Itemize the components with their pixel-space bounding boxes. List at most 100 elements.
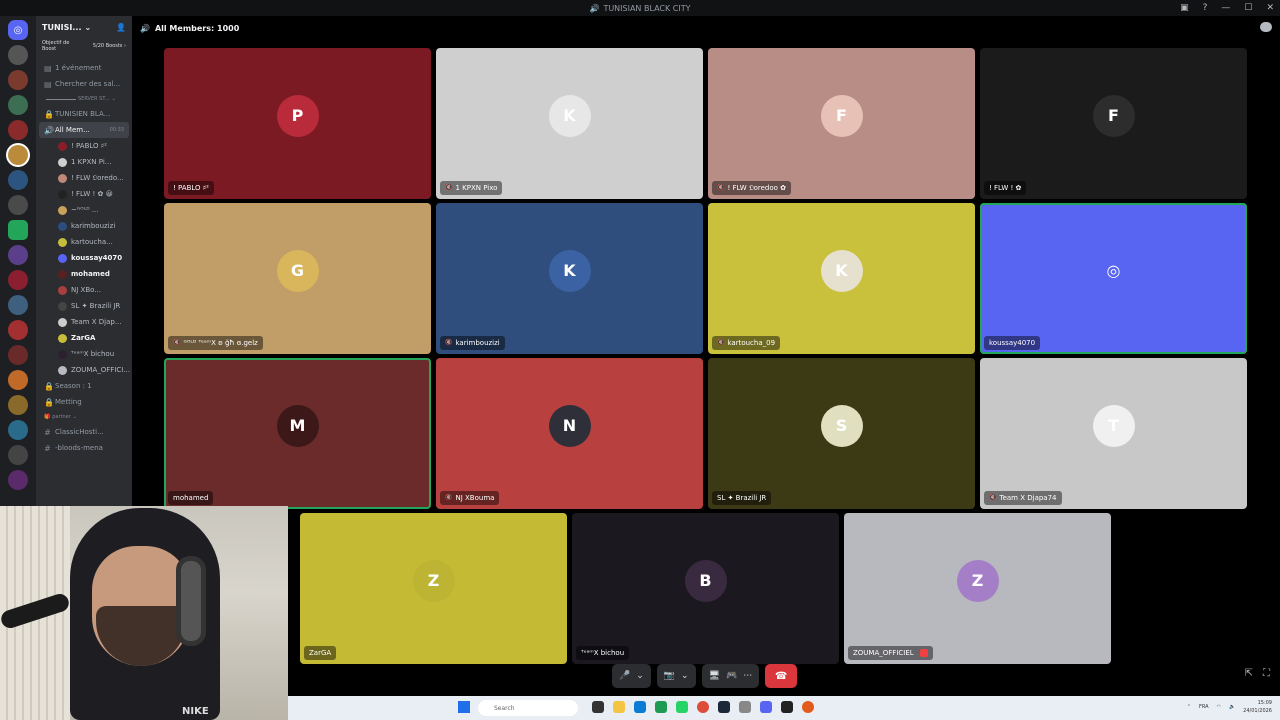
voice-user[interactable]: ᵀᵉᵃᵐX bichou [36,346,132,362]
server-icon[interactable] [8,195,28,215]
video-tile[interactable]: ◎ koussay4070 [980,203,1247,354]
app-icon[interactable] [634,701,646,713]
server-icon[interactable] [8,270,28,290]
voice-user[interactable]: ZarGA [36,330,132,346]
more-icon[interactable]: ⋯ [743,671,752,681]
wifi-icon[interactable]: ◠ [1217,704,1221,710]
server-icon[interactable] [8,445,28,465]
taskbar-search[interactable]: Search [478,700,578,716]
voice-channel-all-members[interactable]: 🔊 All Mem... 00:33 [39,122,129,138]
app-icon[interactable] [655,701,667,713]
popout-icon[interactable]: ⇱ [1245,668,1253,679]
server-icon[interactable] [8,470,28,490]
inbox-icon[interactable]: ▣ [1180,3,1189,13]
channel-bloods[interactable]: # -bloods-mena [36,440,132,456]
server-icon[interactable] [8,70,28,90]
server-icon-active[interactable] [8,145,28,165]
voice-user-name: SL ✦ Brazili JR [71,302,121,310]
channel-events[interactable]: ▤ 1 événement [36,60,132,76]
clock[interactable]: 15:09 24/01/2026 [1243,699,1272,715]
voice-user[interactable]: koussay4070 [36,250,132,266]
voice-user[interactable]: ! FLW 𝕺oredo... [36,170,132,186]
voice-user[interactable]: mohamed [36,266,132,282]
voice-user[interactable]: ZOUMA_OFFICI... [36,362,132,378]
boost-goal[interactable]: Objectif de Boost 5/20 Boosts › [36,38,132,54]
fullscreen-icon[interactable]: ⛶ [1263,668,1270,679]
server-icon[interactable] [8,170,28,190]
voice-user[interactable]: SL ✦ Brazili JR [36,298,132,314]
server-icon[interactable] [8,45,28,65]
app-icon[interactable] [781,701,793,713]
channel-tunisien[interactable]: 🔒 TUNISIEN BLA... [36,106,132,122]
camera-icon[interactable]: 📷 [664,671,675,681]
chevron-down-icon[interactable]: ⌄ [636,671,644,681]
discord-icon[interactable] [760,701,772,713]
category-server[interactable]: SERVER ST... ⌄ [36,92,132,106]
server-icon[interactable] [8,95,28,115]
channel-metting[interactable]: 🔒 Metting [36,394,132,410]
category-partner[interactable]: 🎁 partner ⌄ [36,410,132,424]
microphone-icon[interactable]: 🎤 [619,671,630,681]
voice-user[interactable]: karimbouzizi [36,218,132,234]
video-tile[interactable]: K 🔇 1 KPXN Pixo [436,48,703,199]
whatsapp-icon[interactable] [676,701,688,713]
voice-user[interactable]: ~ᴳᴼᴸᴰ ... [36,202,132,218]
video-tile[interactable]: BᵀᵉᵃᵐX bichou [572,513,839,664]
camera-control[interactable]: 📷 ⌄ [656,664,696,688]
app-icon[interactable] [739,701,751,713]
server-icon[interactable] [8,420,28,440]
help-icon[interactable]: ? [1203,3,1208,13]
steam-icon[interactable] [718,701,730,713]
video-tile[interactable]: Z ZOUMA_OFFICIEL [844,513,1111,664]
chevron-up-icon[interactable]: ⌃ [1187,704,1191,710]
voice-user[interactable]: NJ XBo... [36,282,132,298]
hangup-button[interactable]: ☎ [765,664,798,688]
server-icon[interactable] [8,245,28,265]
server-icon[interactable] [8,395,28,415]
guild-header[interactable]: TUNISI... ⌄ 👤 [36,16,132,38]
video-tile[interactable]: P ! PABLO ♯² [164,48,431,199]
channel-browse[interactable]: ▤ Chercher des sal... [36,76,132,92]
app-icon[interactable] [802,701,814,713]
lang-indicator[interactable]: FRA [1199,704,1209,710]
video-tile[interactable]: F ! FLW ! ✿ [980,48,1247,199]
channel-classic[interactable]: # ClassicHosti... [36,424,132,440]
app-icon[interactable] [592,701,604,713]
video-tile[interactable]: T 🔇 Team X Djapa74 [980,358,1247,509]
add-member-icon[interactable]: 👤 [116,23,126,32]
server-icon[interactable] [8,120,28,140]
server-icon[interactable] [8,295,28,315]
volume-icon[interactable]: 🔈 [1229,704,1235,710]
video-tile[interactable]: S SL ✦ Brazili JR [708,358,975,509]
chevron-down-icon[interactable]: ⌄ [681,671,689,681]
video-tile[interactable]: Mmohamed [164,358,431,509]
folder-icon[interactable] [613,701,625,713]
minimize-button[interactable]: — [1221,3,1230,13]
close-button[interactable]: ✕ [1266,3,1274,13]
video-tile[interactable]: F 🔇! FLW 𝕺oredoo ✿ [708,48,975,199]
screen-share-icon[interactable]: 🖥 [709,671,720,681]
video-tile[interactable]: K 🔇 karimbouzizi [436,203,703,354]
voice-user[interactable]: Team X Djap... [36,314,132,330]
video-tile[interactable]: N 🔇 NJ XBouma [436,358,703,509]
server-icon[interactable] [8,320,28,340]
voice-user[interactable]: kartoucha... [36,234,132,250]
activity-icon[interactable]: 🎮 [726,671,737,681]
share-controls[interactable]: 🖥 🎮 ⋯ [701,664,760,688]
voice-user[interactable]: ! FLW ! ✿ 😀 [36,186,132,202]
video-tile[interactable]: Z ZarGA [300,513,567,664]
mic-control[interactable]: 🎤 ⌄ [612,664,651,688]
chrome-icon[interactable] [697,701,709,713]
voice-user[interactable]: ! PABLO ♯² [36,138,132,154]
server-icon[interactable] [8,345,28,365]
server-icon[interactable] [8,370,28,390]
chat-icon[interactable] [1260,22,1272,32]
channel-season[interactable]: 🔒 Season : 1 [36,378,132,394]
video-tile[interactable]: G 🔇 ᴳᴼᴸᴰ ᵀᵉᵃᵐX ʚ ğħ ɞ.gelz [164,203,431,354]
home-button[interactable]: ◎ [8,20,28,40]
server-icon[interactable] [8,220,28,240]
maximize-button[interactable]: ☐ [1244,3,1252,13]
windows-start-icon[interactable] [458,701,470,713]
video-tile[interactable]: K 🔇 kartoucha_09 [708,203,975,354]
voice-user[interactable]: 1 KPXN Pi... [36,154,132,170]
